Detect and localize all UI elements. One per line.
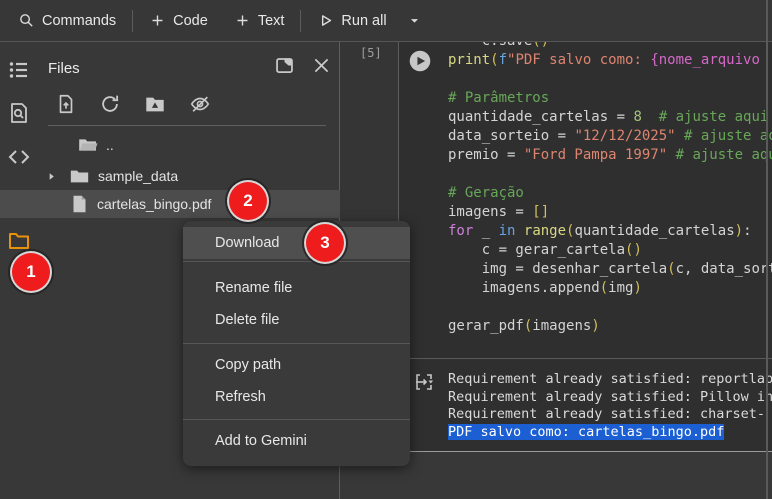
code-line: data_sorteio = "12/12/2025" # ajuste aqu… (448, 128, 772, 144)
output-line: Requirement already satisfied: charset- (448, 406, 765, 422)
plus-icon (237, 15, 248, 26)
parent-folder-icon (79, 139, 98, 151)
mount-drive-icon (146, 97, 164, 112)
menu-item-add-to-gemini[interactable]: Add to Gemini (183, 425, 410, 457)
tree-row-sample-data[interactable]: sample_data (0, 162, 340, 190)
upload-file-button[interactable] (55, 93, 77, 115)
add-code-label: Code (173, 12, 208, 29)
panel-title: Files (48, 60, 80, 77)
code-line: for _ in range(quantidade_cartelas): (448, 223, 752, 239)
find-replace-icon (11, 103, 27, 123)
plus-icon (152, 15, 163, 26)
tree-item-label: cartelas_bingo.pdf (97, 196, 212, 212)
open-in-tab-button[interactable] (274, 55, 295, 76)
annotation-step-1: 1 (12, 253, 50, 291)
tree-row-parent-folder[interactable]: .. (0, 131, 340, 159)
files-icon (9, 233, 29, 249)
output-icon[interactable] (412, 370, 436, 394)
tree-item-label: sample_data (98, 168, 179, 184)
window-edge-scrollbar[interactable] (766, 0, 768, 499)
code-line: # Parâmetros (448, 90, 550, 106)
annotation-step-3: 3 (306, 224, 344, 262)
find-replace-button[interactable] (7, 101, 31, 125)
colab-window: [5] c.save()print(f"PDF salvo como: {nom… (0, 0, 772, 499)
file-context-menu: Download Rename file Delete file Copy pa… (183, 221, 410, 466)
code-line: c = gerar_cartela() (448, 242, 642, 258)
code-line: imagens.append(img) (448, 280, 642, 296)
toolbar-separator (132, 9, 134, 32)
tree-row-cartelas-bingo-pdf-selected[interactable]: cartelas_bingo.pdf (0, 190, 340, 218)
code-line: quantidade_cartelas = 8 # ajuste aqui (448, 109, 769, 125)
output-line: Requirement already satisfied: Pillow in (448, 388, 772, 405)
code-line: print(f"PDF salvo como: {nome_arquivo (448, 52, 760, 68)
run-all-button[interactable]: Run all (311, 12, 428, 29)
code-line: gerar_pdf(imagens) (448, 318, 600, 334)
run-cell-button[interactable] (408, 49, 434, 75)
close-panel-button[interactable] (311, 55, 332, 76)
menu-item-download[interactable]: Download (183, 227, 410, 259)
add-text-button[interactable]: Text (228, 12, 291, 29)
tree-item-label: .. (106, 137, 114, 153)
commands-button[interactable]: Commands (12, 12, 122, 29)
toolbar-separator (300, 9, 302, 32)
execution-count: [5] (360, 46, 382, 60)
cell-output[interactable]: Requirement already satisfied: reportlab… (448, 371, 772, 441)
menu-divider (183, 343, 410, 344)
commands-label: Commands (42, 12, 117, 29)
code-line: img = desenhar_cartela(c, data_sorteio (448, 261, 772, 277)
annotation-step-2: 2 (229, 182, 267, 220)
run-all-label: Run all (341, 12, 387, 29)
hidden-files-icon (190, 96, 210, 112)
file-icon (73, 195, 86, 213)
table-of-contents-button[interactable] (7, 58, 31, 82)
folder-icon (70, 170, 89, 182)
run-all-icon (322, 15, 332, 26)
menu-divider (183, 419, 410, 420)
code-line: # Geração (448, 185, 524, 201)
code-cell: c.save()print(f"PDF salvo como: {nome_ar… (398, 33, 772, 452)
refresh-files-button[interactable] (99, 93, 121, 115)
cell-output-divider (399, 358, 772, 359)
output-line: Requirement already satisfied: reportlab (448, 371, 772, 387)
menu-item-delete-file[interactable]: Delete file (183, 304, 410, 336)
code-line: imagens = [] (448, 204, 550, 220)
mount-drive-button[interactable] (144, 93, 166, 115)
menu-item-rename-file[interactable]: Rename file (183, 272, 410, 304)
notebook-toolbar: Commands Code Text Run all (0, 0, 772, 42)
add-code-button[interactable]: Code (143, 12, 214, 29)
chevron-right-icon[interactable] (46, 171, 57, 182)
files-button-active[interactable] (7, 228, 31, 252)
toggle-hidden-files-button[interactable] (189, 93, 211, 115)
panel-divider (48, 125, 326, 126)
code-line: premio = "Ford Pampa 1997" # ajuste aqui (448, 147, 772, 163)
search-icon (20, 14, 33, 27)
output-line-highlighted: PDF salvo como: cartelas_bingo.pdf (448, 423, 725, 440)
open-in-tab-icon (276, 58, 293, 73)
toc-icon (9, 62, 27, 78)
add-text-label: Text (257, 12, 285, 29)
menu-divider (183, 261, 410, 262)
dropdown-caret-icon (410, 19, 418, 23)
menu-item-copy-path[interactable]: Copy path (183, 349, 410, 381)
upload-file-icon (59, 94, 73, 114)
refresh-icon (102, 95, 119, 112)
menu-item-refresh[interactable]: Refresh (183, 381, 410, 413)
code-editor[interactable]: c.save()print(f"PDF salvo como: {nome_ar… (448, 32, 772, 348)
close-icon (314, 58, 329, 73)
